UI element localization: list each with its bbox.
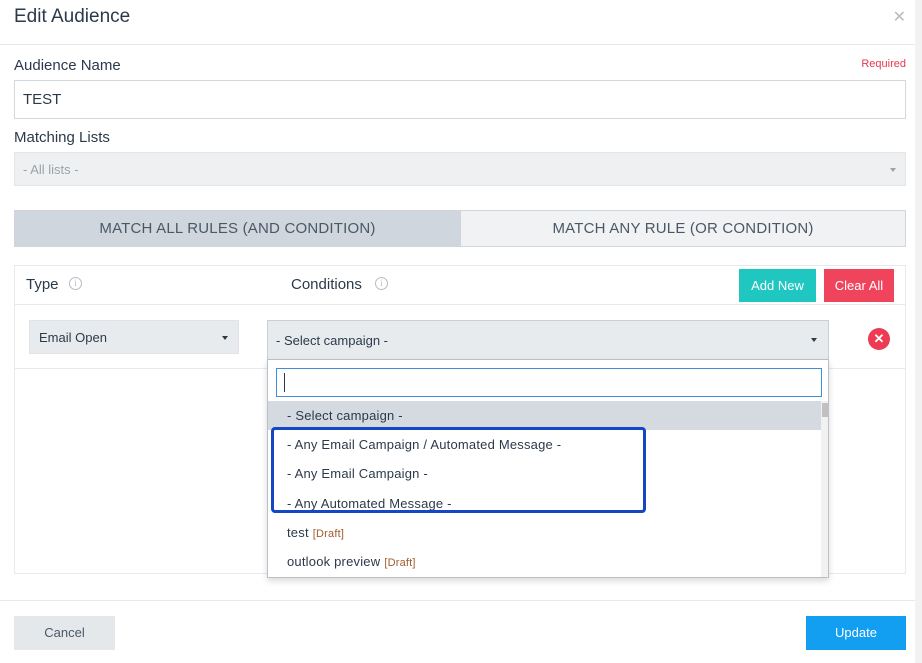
draft-badge: [Draft] [312,528,345,540]
modal-title: Edit Audience [14,6,131,27]
campaign-select-value: - Select campaign - [276,333,388,348]
chevron-down-icon [890,168,896,172]
option-label: - Any Email Campaign / Automated Message… [287,437,562,452]
match-all-rules-label: MATCH ALL RULES (AND CONDITION) [99,220,376,237]
cancel-button[interactable]: Cancel [14,616,115,650]
audience-name-label: Audience Name [14,57,121,74]
dropdown-option[interactable]: - Any Email Campaign - [268,459,821,488]
update-button[interactable]: Update [806,616,906,650]
remove-rule-icon[interactable]: ✕ [868,328,890,350]
option-label: - Select campaign - [287,408,403,423]
modal-footer: Cancel Update [0,600,922,663]
conditions-header: Conditions [291,276,362,293]
chevron-down-icon [222,336,228,340]
dropdown-option[interactable]: - Select campaign - [268,401,821,430]
rules-header: Type i Conditions i Add New Clear All [15,266,905,305]
match-all-rules-tab[interactable]: MATCH ALL RULES (AND CONDITION) [14,210,461,247]
clear-all-button[interactable]: Clear All [824,269,894,302]
close-icon[interactable]: ✕ [893,7,906,27]
dropdown-option[interactable]: outlook preview [Draft] [268,547,821,576]
matching-lists-label: Matching Lists [14,129,110,146]
modal-header: Edit Audience ✕ [0,0,922,45]
required-indicator: Required [861,58,906,70]
add-new-button[interactable]: Add New [739,269,816,302]
type-header: Type [26,276,59,293]
match-any-rule-tab[interactable]: MATCH ANY RULE (OR CONDITION) [460,210,906,247]
rule-type-select[interactable]: Email Open [29,320,239,354]
campaign-search-input[interactable] [276,368,822,397]
campaign-select[interactable]: - Select campaign - [267,320,829,360]
option-label: outlook preview [287,554,381,569]
option-label: test [287,525,309,540]
dropdown-option[interactable]: - Any Automated Message - [268,489,821,518]
type-info-icon[interactable]: i [69,277,82,290]
chevron-down-icon [811,338,817,342]
dropdown-option[interactable]: - Any Email Campaign / Automated Message… [268,430,821,459]
dropdown-option[interactable]: test [Draft] [268,518,821,547]
matching-lists-select[interactable]: - All lists - [14,152,906,186]
scrollbar-thumb[interactable] [822,403,828,417]
match-any-rule-label: MATCH ANY RULE (OR CONDITION) [552,220,814,237]
text-cursor [284,373,285,392]
dropdown-scrollbar[interactable] [821,401,828,577]
conditions-info-icon[interactable]: i [375,277,388,290]
campaign-dropdown: - Select campaign - - Any Email Campaign… [267,359,829,578]
edit-audience-modal: Edit Audience ✕ Audience Name Required T… [0,0,922,663]
page-scrollbar[interactable] [915,0,922,663]
rule-type-value: Email Open [39,330,107,345]
option-label: - Any Email Campaign - [287,466,428,481]
draft-badge: [Draft] [384,557,416,569]
option-label: - Any Automated Message - [287,496,452,511]
matching-lists-value: - All lists - [23,162,79,177]
audience-name-input[interactable]: TEST [14,80,906,119]
